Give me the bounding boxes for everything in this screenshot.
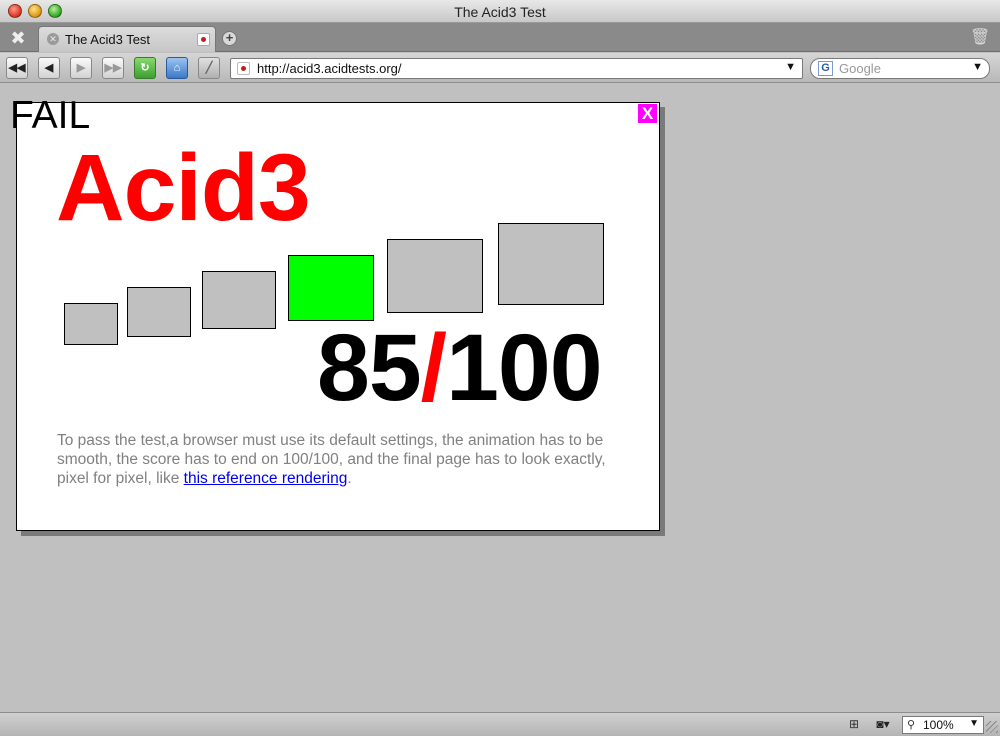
- bucket-3: [202, 271, 276, 329]
- forward-icon[interactable]: ▶: [70, 57, 92, 79]
- edit-icon[interactable]: ╱: [198, 57, 220, 79]
- title-bar: The Acid3 Test: [0, 0, 1000, 23]
- score: 85/100: [317, 321, 603, 416]
- chevron-down-icon[interactable]: ▼: [785, 61, 796, 73]
- resize-grip[interactable]: [986, 721, 998, 733]
- plus-icon[interactable]: +: [222, 31, 237, 46]
- back-icon[interactable]: ◀: [38, 57, 60, 79]
- fast-forward-icon[interactable]: ▶▶: [102, 57, 124, 79]
- tab-bar: ✖ ✕ The Acid3 Test + 🗑: [0, 23, 1000, 52]
- acid3-title: Acid3: [56, 135, 311, 241]
- bucket-4: [288, 255, 374, 321]
- bucket-1: [64, 303, 118, 345]
- fail-text: FAIL: [10, 94, 91, 137]
- tab-close-icon[interactable]: ✕: [47, 33, 59, 45]
- magnifier-icon: ⚲: [907, 719, 916, 731]
- home-icon[interactable]: ⌂: [166, 57, 188, 79]
- network-icon[interactable]: ⊞: [846, 717, 862, 733]
- score-separator: /: [420, 315, 447, 421]
- zoom-value: 100%: [923, 718, 954, 732]
- address-bar[interactable]: http://acid3.acidtests.org/ ▼: [230, 58, 803, 79]
- instructions-suffix: .: [347, 470, 352, 487]
- close-panel-button[interactable]: X: [638, 104, 657, 123]
- tab-acid3[interactable]: ✕ The Acid3 Test: [38, 26, 216, 52]
- bucket-2: [127, 287, 191, 337]
- chevron-down-icon[interactable]: ▼: [972, 61, 983, 73]
- reference-rendering-link[interactable]: this reference rendering: [184, 470, 348, 487]
- bucket-5: [387, 239, 483, 313]
- chevron-down-icon[interactable]: ▼: [969, 718, 979, 729]
- google-icon[interactable]: G: [818, 61, 833, 76]
- wrench-screwdriver-icon[interactable]: ✖: [7, 28, 29, 48]
- search-field[interactable]: G ▼: [810, 58, 990, 79]
- zoom-control[interactable]: ⚲ 100% ▼: [902, 716, 984, 734]
- reload-icon[interactable]: ↻: [134, 57, 156, 79]
- page-content: FAIL X Acid3 85/100 To pass the test,a b…: [0, 84, 1000, 712]
- window-title: The Acid3 Test: [454, 4, 546, 20]
- instructions: To pass the test,a browser must use its …: [57, 431, 629, 488]
- tab-label: The Acid3 Test: [65, 32, 151, 47]
- acid3-panel: X Acid3 85/100 To pass the test,a browse…: [16, 102, 660, 531]
- search-input[interactable]: [839, 60, 969, 77]
- navigation-toolbar: ◀◀ ◀ ▶ ▶▶ ↻ ⌂ ╱ http://acid3.acidtests.o…: [0, 53, 1000, 83]
- bucket-6: [498, 223, 604, 305]
- rewind-icon[interactable]: ◀◀: [6, 57, 28, 79]
- address-url[interactable]: http://acid3.acidtests.org/: [257, 61, 402, 76]
- favicon-icon: [197, 33, 210, 46]
- score-value: 85: [317, 315, 422, 421]
- trash-icon[interactable]: 🗑: [970, 27, 990, 47]
- favicon-icon: [237, 62, 250, 75]
- camera-icon[interactable]: ◙▾: [870, 717, 896, 733]
- status-bar: ⊞ ◙▾ ⚲ 100% ▼: [0, 712, 1000, 736]
- score-total: 100: [446, 315, 603, 421]
